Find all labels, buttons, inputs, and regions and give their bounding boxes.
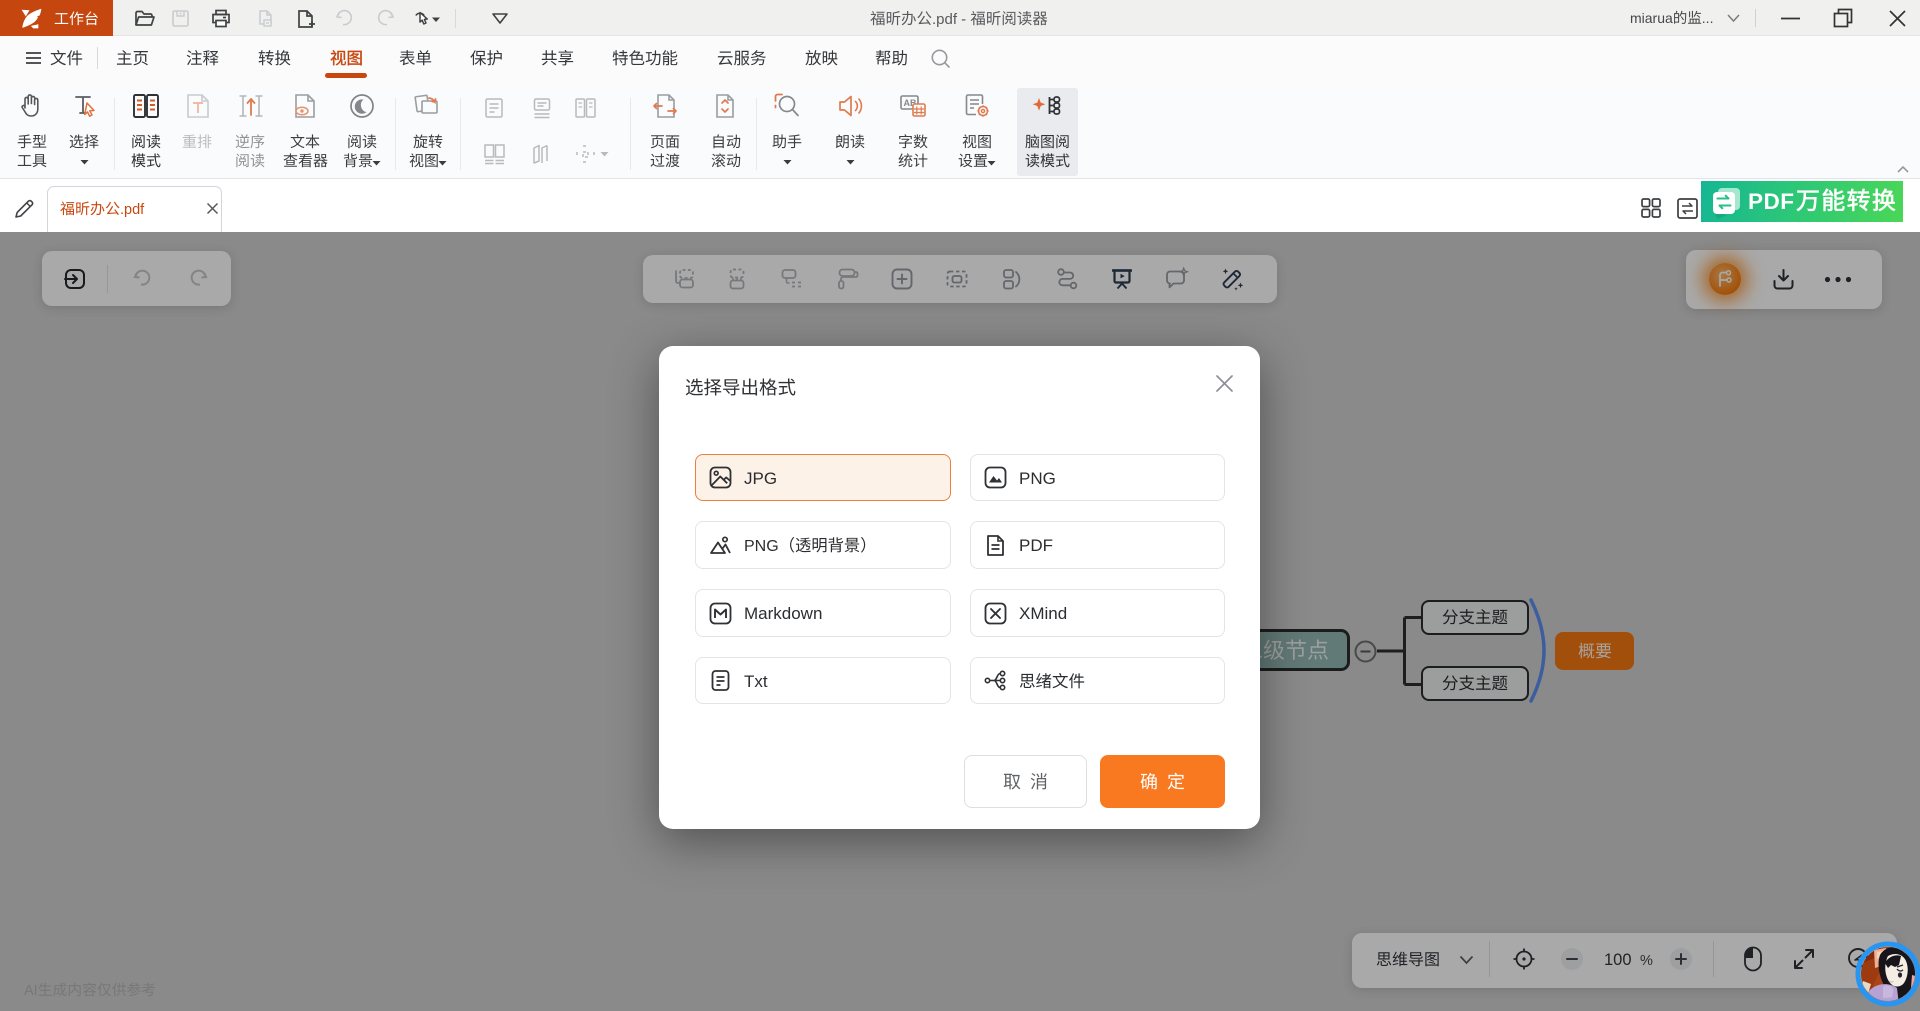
svg-text:PDF: PDF — [1748, 189, 1795, 214]
svg-text:XMind: XMind — [1019, 604, 1067, 623]
svg-text:PNG: PNG — [744, 538, 779, 555]
svg-text:PDF: PDF — [1019, 536, 1053, 555]
svg-text:miarua: miarua — [1630, 10, 1673, 26]
svg-text:.pdf -: .pdf - — [932, 11, 966, 28]
svg-text:.pdf: .pdf — [120, 202, 145, 218]
svg-text:PNG: PNG — [1019, 469, 1056, 488]
svg-text:Txt: Txt — [744, 672, 768, 691]
svg-text:...: ... — [1702, 10, 1714, 26]
svg-text:Markdown: Markdown — [744, 604, 822, 623]
svg-text:JPG: JPG — [744, 469, 777, 488]
